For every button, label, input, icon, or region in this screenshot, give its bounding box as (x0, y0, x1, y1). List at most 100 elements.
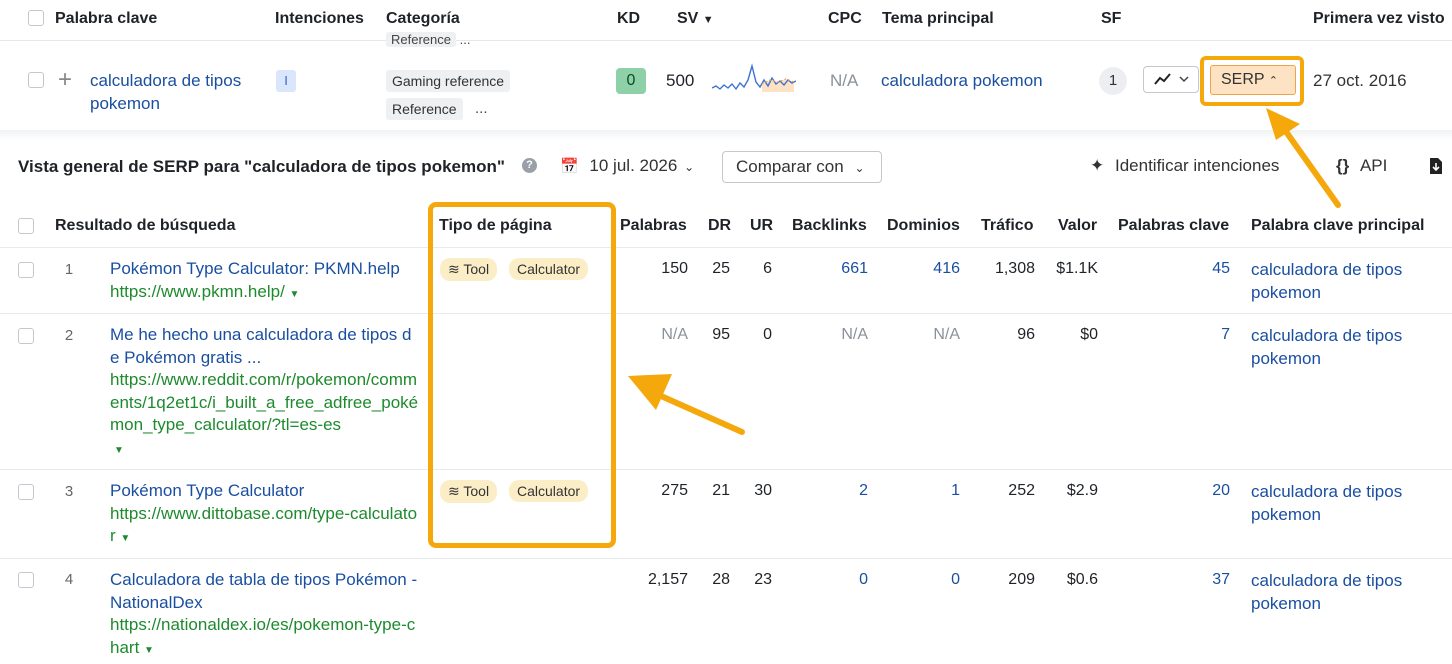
select-all-keywords-checkbox[interactable] (28, 10, 44, 26)
col-backlinks[interactable]: Backlinks (792, 217, 867, 235)
value-value: $0.6 (1066, 571, 1098, 588)
result-url-link[interactable]: https://nationaldex.io/es/pokemon-type-c… (110, 615, 415, 657)
url-dropdown-icon[interactable]: ▼ (120, 533, 130, 544)
result-row-checkbox[interactable] (18, 328, 34, 344)
main-keyword-link[interactable]: calculadora de tipos pokemon (1251, 480, 1441, 526)
words-value: 275 (661, 482, 688, 499)
col-category[interactable]: Categoría (386, 10, 460, 28)
result-title-link[interactable]: Me he hecho una calculadora de tipos de … (110, 325, 411, 367)
expand-icon[interactable]: + (58, 66, 72, 94)
topic-link[interactable]: calculadora pokemon (881, 71, 1043, 91)
col-topic[interactable]: Tema principal (882, 10, 994, 28)
result-url-link[interactable]: https://www.dittobase.com/type-calculato… (110, 504, 417, 546)
dr-value: 28 (712, 571, 730, 588)
keywords-link[interactable]: 7 (1221, 326, 1230, 344)
kd-badge: 0 (616, 68, 646, 94)
backlinks-link[interactable]: 0 (859, 571, 868, 589)
keywords-link[interactable]: 20 (1212, 482, 1230, 500)
domains-link[interactable]: 1 (951, 482, 960, 500)
ur-value: 0 (763, 326, 772, 343)
trend-chart-dropdown[interactable] (1143, 66, 1199, 93)
main-keyword-link[interactable]: calculadora de tipos pokemon (1251, 258, 1441, 304)
date-picker[interactable]: 📅 10 jul. 2026 ⌄ (560, 156, 694, 176)
export-icon[interactable] (1428, 157, 1444, 175)
keyword-link[interactable]: calculadora de tipos pokemon (90, 69, 270, 115)
col-first-seen[interactable]: Primera vez visto (1313, 10, 1445, 28)
words-value: N/A (661, 326, 688, 343)
serp-overview-title: Vista general de SERP para "calculadora … (18, 157, 505, 176)
col-cpc[interactable]: CPC (828, 10, 862, 28)
result-index: 3 (64, 483, 74, 500)
result-row-checkbox[interactable] (18, 484, 34, 500)
traffic-value: 252 (1008, 482, 1035, 499)
value-value: $0 (1080, 326, 1098, 343)
sparkle-icon: ✦ (1090, 156, 1105, 175)
col-dr[interactable]: DR (708, 217, 731, 235)
cpc-value: N/A (830, 71, 859, 90)
sf-count-badge[interactable]: 1 (1099, 67, 1127, 95)
result-url-link[interactable]: https://www.reddit.com/r/pokemon/comment… (110, 370, 418, 434)
col-search-result[interactable]: Resultado de búsqueda (55, 217, 235, 235)
category-tag-2[interactable]: Reference (386, 98, 463, 120)
result-url-link[interactable]: https://www.pkmn.help/ (110, 282, 285, 301)
col-domains[interactable]: Dominios (887, 217, 960, 235)
result-title-link[interactable]: Calculadora de tabla de tipos Pokémon - … (110, 570, 417, 612)
compare-with-dropdown[interactable]: Comparar con ⌄ (722, 151, 882, 183)
select-all-results-checkbox[interactable] (18, 218, 34, 234)
first-seen-value: 27 oct. 2016 (1313, 71, 1407, 90)
main-keyword-link[interactable]: calculadora de tipos pokemon (1251, 569, 1441, 615)
col-sv[interactable]: SV ▼ (677, 10, 714, 28)
domains-link[interactable]: 416 (933, 260, 960, 278)
backlinks-link[interactable]: 661 (841, 260, 868, 278)
value-value: $2.9 (1066, 482, 1098, 499)
col-sf[interactable]: SF (1101, 10, 1121, 28)
url-dropdown-icon[interactable]: ▼ (110, 445, 124, 456)
ur-value: 30 (754, 482, 772, 499)
result-title-block: Me he hecho una calculadora de tipos de … (110, 324, 420, 462)
intent-badge-informational: I (276, 70, 296, 92)
col-kd[interactable]: KD (617, 10, 640, 28)
col-ur[interactable]: UR (750, 217, 773, 235)
help-icon[interactable]: ? (522, 158, 537, 173)
compare-label: Comparar con (736, 157, 844, 176)
row-divider (0, 247, 1452, 248)
url-dropdown-icon[interactable]: ▼ (290, 289, 300, 300)
api-button[interactable]: {} API (1336, 156, 1387, 176)
domains-value: N/A (933, 326, 960, 343)
result-title-link[interactable]: Pokémon Type Calculator (110, 481, 304, 500)
identify-intents-button[interactable]: ✦ Identificar intenciones (1090, 156, 1279, 176)
chevron-down-icon: ⌄ (684, 160, 695, 174)
api-label: API (1359, 156, 1388, 175)
result-row-checkbox[interactable] (18, 262, 34, 278)
backlinks-value: N/A (841, 326, 868, 343)
result-title-link[interactable]: Pokémon Type Calculator: PKMN.help (110, 259, 400, 278)
traffic-value: 1,308 (994, 260, 1035, 277)
words-value: 2,157 (647, 571, 688, 588)
category-tag-1[interactable]: Gaming reference (386, 70, 511, 92)
serp-toggle-button[interactable]: SERP ⌃ (1210, 65, 1296, 95)
col-intents[interactable]: Intenciones (275, 10, 364, 28)
col-words[interactable]: Palabras (620, 217, 687, 235)
result-row-checkbox[interactable] (18, 572, 34, 588)
col-sv-label: SV (677, 10, 699, 27)
category-more[interactable]: ... (475, 100, 488, 117)
keywords-link[interactable]: 37 (1212, 571, 1230, 589)
col-keywords[interactable]: Palabras clave (1118, 217, 1229, 235)
keywords-link[interactable]: 45 (1212, 260, 1230, 278)
keyword-row-checkbox[interactable] (28, 72, 44, 88)
col-main-keyword[interactable]: Palabra clave principal (1251, 217, 1424, 235)
main-keyword-link[interactable]: calculadora de tipos pokemon (1251, 324, 1441, 370)
serp-label: SERP (1221, 71, 1265, 88)
calendar-icon: 📅 (560, 158, 579, 175)
url-dropdown-icon[interactable]: ▼ (144, 645, 154, 656)
result-index: 4 (64, 571, 74, 588)
domains-link[interactable]: 0 (951, 571, 960, 589)
chevron-down-icon: ⌄ (854, 161, 865, 175)
row-divider (0, 558, 1452, 559)
dr-value: 21 (712, 482, 730, 499)
col-traffic[interactable]: Tráfico (981, 217, 1033, 235)
col-keyword[interactable]: Palabra clave (55, 10, 157, 28)
backlinks-link[interactable]: 2 (859, 482, 868, 500)
col-value[interactable]: Valor (1058, 217, 1097, 235)
row-divider (0, 469, 1452, 470)
